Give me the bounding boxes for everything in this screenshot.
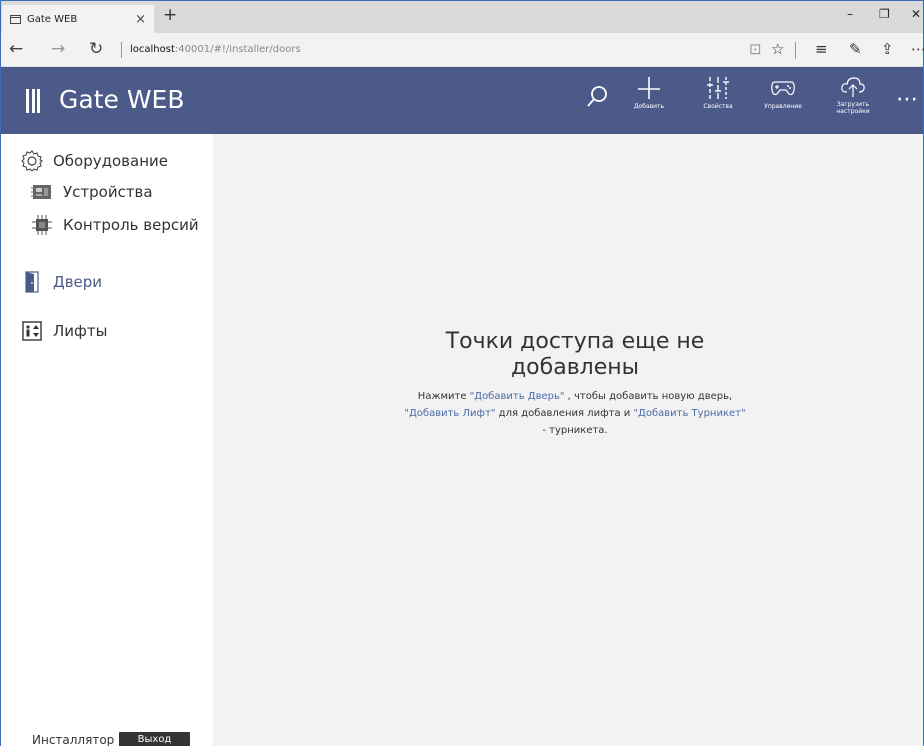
url-host: localhost xyxy=(130,44,175,55)
sidebar: Оборудование Устройства Контроль версий … xyxy=(1,134,213,746)
minimize-button[interactable]: – xyxy=(847,7,853,21)
url-field[interactable]: localhost:40001/#!/installer/doors xyxy=(130,44,301,55)
share-icon[interactable]: ⇪ xyxy=(881,40,894,58)
forward-icon[interactable]: → xyxy=(51,39,65,59)
reading-view-icon[interactable]: ⊡ xyxy=(749,40,762,58)
add-button-label: Добавить xyxy=(633,103,665,110)
back-icon[interactable]: ← xyxy=(9,39,23,59)
gear-icon xyxy=(21,150,43,172)
refresh-icon[interactable]: ↻ xyxy=(89,39,103,59)
sidebar-item-lifts[interactable]: Лифты xyxy=(21,320,107,342)
restore-button[interactable]: ❐ xyxy=(879,7,890,21)
browser-more-icon[interactable]: ⋯ xyxy=(911,40,924,58)
hub-icon[interactable]: ≡ xyxy=(815,40,828,58)
url-path: :40001/#!/installer/doors xyxy=(174,44,301,55)
gamepad-icon xyxy=(771,81,795,96)
control-button[interactable]: Управление xyxy=(752,76,814,110)
url-separator xyxy=(121,42,122,58)
sidebar-item-doors[interactable]: Двери xyxy=(21,271,102,293)
elevator-icon xyxy=(21,320,43,342)
toolbar-separator xyxy=(795,42,796,59)
app-title: Gate WEB xyxy=(59,85,185,114)
empty-title-line: Точки доступа еще не xyxy=(445,329,705,354)
sliders-icon xyxy=(707,77,729,99)
upload-settings-label: Загрузить настройки xyxy=(836,101,870,115)
main-content: Точки доступа еще не добавлены Нажмите "… xyxy=(213,134,923,746)
sidebar-item-label: Двери xyxy=(53,273,103,291)
sidebar-item-equipment[interactable]: Оборудование xyxy=(21,150,168,172)
address-bar: ← → ↻ localhost:40001/#!/installer/doors… xyxy=(1,33,924,67)
upload-settings-button[interactable]: Загрузить настройки xyxy=(822,76,884,115)
sidebar-item-versions[interactable]: Контроль версий xyxy=(31,214,199,236)
more-icon[interactable]: ⋯ xyxy=(896,87,919,112)
sidebar-item-label: Лифты xyxy=(53,322,108,340)
door-icon xyxy=(21,271,43,293)
cloud-upload-icon xyxy=(841,77,865,97)
properties-button[interactable]: Свойства xyxy=(687,76,749,110)
desc-text: - турникета. xyxy=(542,425,608,436)
empty-state-description: Нажмите "Добавить Дверь" , чтобы добавит… xyxy=(213,388,924,439)
add-lift-link[interactable]: "Добавить Лифт" xyxy=(404,408,495,419)
add-turnstile-link[interactable]: "Добавить Турникет" xyxy=(633,408,745,419)
tab-strip: Gate WEB × + – ❐ ✕ xyxy=(1,1,923,33)
favorite-star-icon[interactable]: ☆ xyxy=(771,40,784,58)
plus-icon xyxy=(638,77,660,99)
search-icon[interactable] xyxy=(587,84,607,110)
tab-close-icon[interactable]: × xyxy=(135,12,146,27)
empty-state-title: Точки доступа еще не добавлены xyxy=(213,329,924,381)
empty-title-line: добавлены xyxy=(510,355,640,380)
page-icon xyxy=(10,14,21,24)
browser-tab[interactable]: Gate WEB × xyxy=(2,5,154,33)
desc-text: , чтобы добавить новую дверь, xyxy=(564,391,733,402)
browser-window: Gate WEB × + – ❐ ✕ ← → ↻ localhost:40001… xyxy=(0,0,924,746)
menu-icon[interactable] xyxy=(26,89,40,113)
sidebar-item-label: Устройства xyxy=(63,183,153,201)
desc-text: для добавления лифта и xyxy=(495,408,634,419)
sidebar-item-label: Контроль версий xyxy=(63,216,199,234)
chip-icon xyxy=(31,214,53,236)
new-tab-button[interactable]: + xyxy=(163,5,177,25)
logout-button[interactable]: Выход xyxy=(119,732,190,746)
add-button[interactable]: Добавить xyxy=(618,76,680,110)
control-button-label: Управление xyxy=(764,103,802,110)
web-note-icon[interactable]: ✎ xyxy=(849,40,862,58)
add-door-link[interactable]: "Добавить Дверь" xyxy=(470,391,565,402)
user-role: Инсталлятор xyxy=(32,733,115,746)
properties-button-label: Свойства xyxy=(703,103,733,110)
board-icon xyxy=(31,181,53,203)
desc-text: Нажмите xyxy=(417,391,470,402)
close-window-button[interactable]: ✕ xyxy=(911,7,921,21)
app-header: Gate WEB Добавить Свойства Управление За… xyxy=(1,67,923,134)
sidebar-item-devices[interactable]: Устройства xyxy=(31,181,153,203)
tab-title: Gate WEB xyxy=(27,13,78,25)
sidebar-item-label: Оборудование xyxy=(53,152,168,170)
